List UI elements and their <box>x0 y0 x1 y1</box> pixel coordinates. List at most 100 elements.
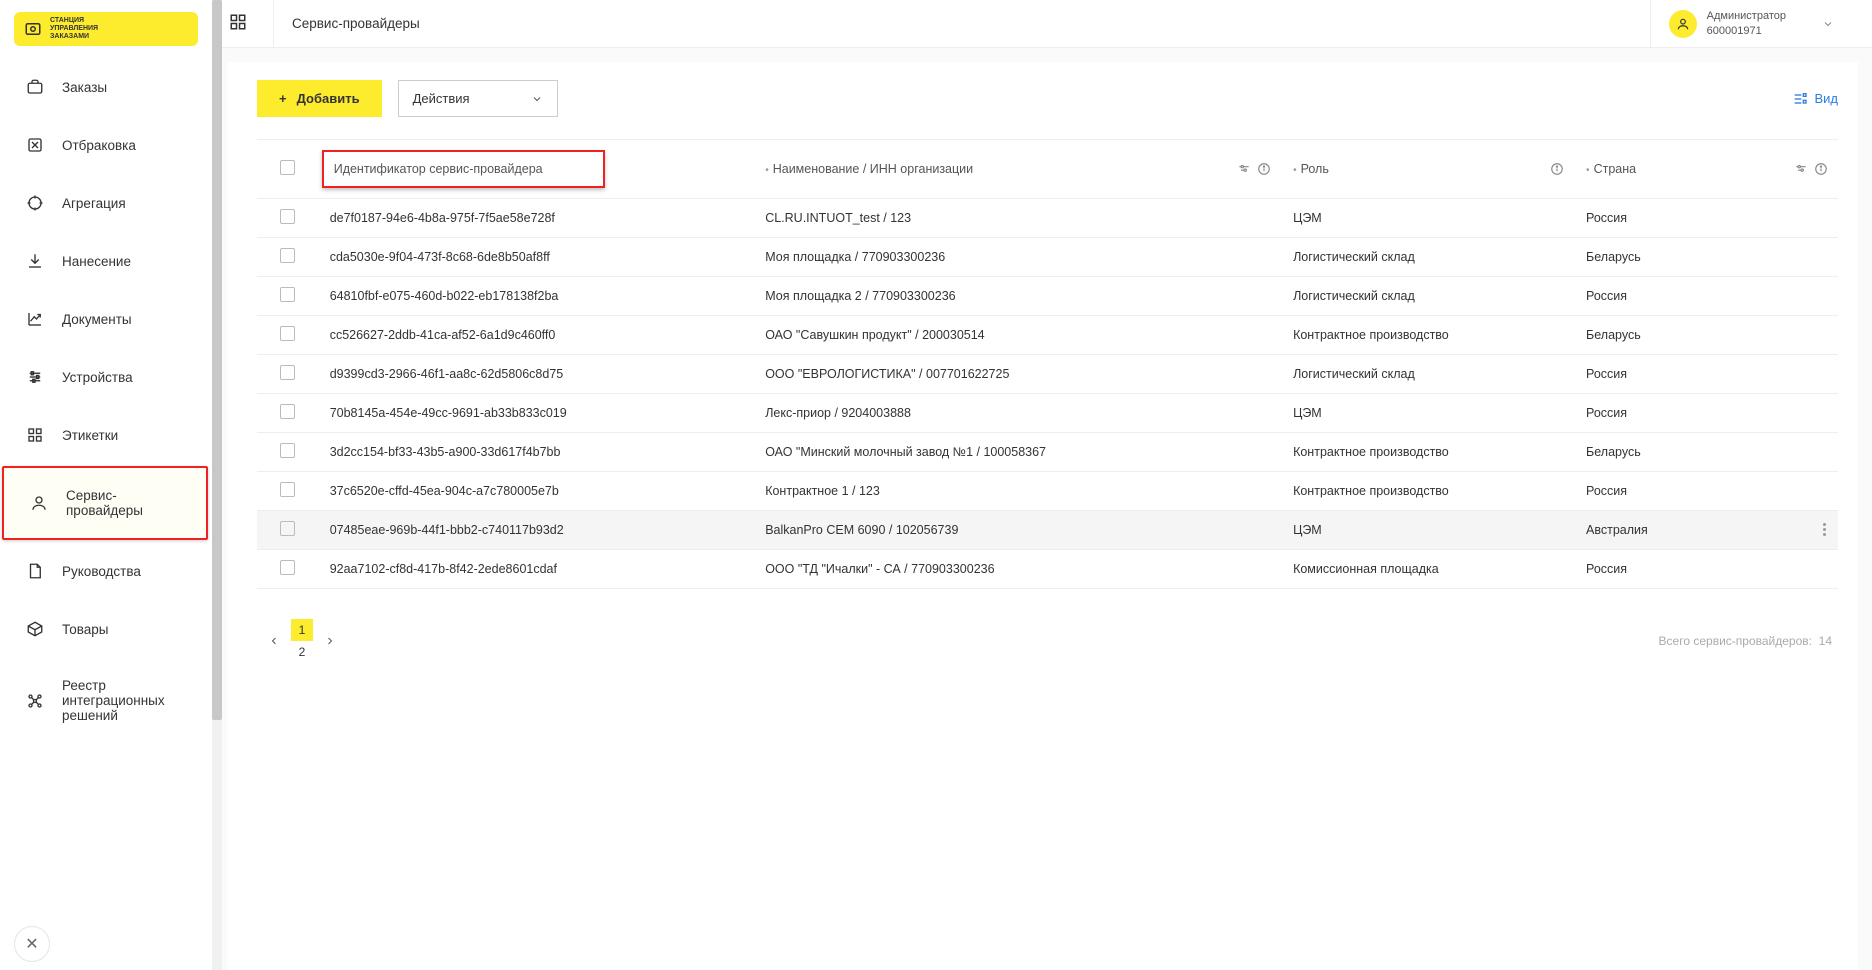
logo-icon <box>24 20 42 38</box>
row-menu-icon[interactable] <box>1823 523 1826 536</box>
cell-name: ООО "ТД "Ичалки" - СА / 770903300236 <box>753 550 1281 589</box>
view-icon <box>1792 91 1808 107</box>
filter-icon[interactable] <box>1237 162 1251 176</box>
cell-country: Россия <box>1574 355 1838 394</box>
row-checkbox[interactable] <box>280 365 295 380</box>
table-row[interactable]: de7f0187-94e6-4b8a-975f-7f5ae58e728fCL.R… <box>257 199 1838 238</box>
chart-icon <box>26 310 44 328</box>
target-icon <box>26 194 44 212</box>
sidebar-item-7[interactable]: Сервис-провайдеры <box>4 468 206 538</box>
cell-country: Беларусь <box>1574 316 1838 355</box>
cell-role: Комиссионная площадка <box>1281 550 1574 589</box>
table-row[interactable]: cc526627-2ddb-41ca-af52-6a1d9c460ff0ОАО … <box>257 316 1838 355</box>
cell-name: Контрактное 1 / 123 <box>753 472 1281 511</box>
cell-id: 3d2cc154-bf33-43b5-a900-33d617f4b7bb <box>318 433 754 472</box>
sidebar-scrollbar[interactable] <box>212 0 222 970</box>
pager-next[interactable] <box>319 630 341 652</box>
cell-role: Логистический склад <box>1281 238 1574 277</box>
cell-country: Австралия <box>1574 511 1838 550</box>
table-row[interactable]: 64810fbf-e075-460d-b022-eb178138f2baМоя … <box>257 277 1838 316</box>
topbar-divider <box>273 0 274 48</box>
close-icon: ✕ <box>25 934 38 954</box>
row-checkbox[interactable] <box>280 209 295 224</box>
pager-page-1[interactable]: 1 <box>291 619 313 641</box>
cell-name: ООО "ЕВРОЛОГИСТИКА" / 007701622725 <box>753 355 1281 394</box>
cell-country: Россия <box>1574 550 1838 589</box>
cell-country: Россия <box>1574 199 1838 238</box>
table-row[interactable]: d9399cd3-2966-46f1-aa8c-62d5806c8d75ООО … <box>257 355 1838 394</box>
column-header-name[interactable]: Наименование / ИНН организации <box>753 140 1281 199</box>
cell-id: cda5030e-9f04-473f-8c68-6de8b50af8ff <box>318 238 754 277</box>
table-row[interactable]: 07485eae-969b-44f1-bbb2-c740117b93d2Balk… <box>257 511 1838 550</box>
info-icon[interactable] <box>1257 162 1271 176</box>
info-icon[interactable] <box>1814 162 1828 176</box>
column-header-role[interactable]: Роль <box>1281 140 1574 199</box>
add-button-label: Добавить <box>297 91 360 106</box>
row-checkbox[interactable] <box>280 482 295 497</box>
sidebar-item-3[interactable]: Нанесение <box>0 232 212 290</box>
reject-icon <box>26 136 44 154</box>
table-row[interactable]: 3d2cc154-bf33-43b5-a900-33d617f4b7bbОАО … <box>257 433 1838 472</box>
briefcase-icon <box>26 78 44 96</box>
sidebar-item-label: Реестр интеграционных решений <box>62 678 186 723</box>
user-menu[interactable]: Администратор 600001971 <box>1650 0 1854 48</box>
cell-country: Беларусь <box>1574 433 1838 472</box>
filter-icon[interactable] <box>1794 162 1808 176</box>
sidebar-item-1[interactable]: Отбраковка <box>0 116 212 174</box>
sidebar-item-label: Нанесение <box>62 254 131 269</box>
cell-role: ЦЭМ <box>1281 199 1574 238</box>
sidebar-item-2[interactable]: Агрегация <box>0 174 212 232</box>
apps-grid-icon[interactable] <box>229 13 251 35</box>
cell-country: Россия <box>1574 394 1838 433</box>
cell-name: ОАО "Савушкин продукт" / 200030514 <box>753 316 1281 355</box>
table-row[interactable]: 70b8145a-454e-49cc-9691-ab33b833c019Лекс… <box>257 394 1838 433</box>
column-id-label: Идентификатор сервис-провайдера <box>334 162 543 176</box>
pager-page-2[interactable]: 2 <box>291 641 313 663</box>
cell-country: Россия <box>1574 472 1838 511</box>
cell-role: Контрактное производство <box>1281 433 1574 472</box>
sidebar-close-button[interactable]: ✕ <box>14 926 50 962</box>
column-header-id[interactable]: Идентификатор сервис-провайдера <box>318 140 754 199</box>
scrollbar-thumb[interactable] <box>212 0 222 720</box>
sidebar-item-label: Сервис-провайдеры <box>66 488 180 518</box>
column-id-highlight: Идентификатор сервис-провайдера <box>322 150 605 188</box>
view-label: Вид <box>1814 91 1838 106</box>
cell-id: 70b8145a-454e-49cc-9691-ab33b833c019 <box>318 394 754 433</box>
sidebar-item-9[interactable]: Товары <box>0 600 212 658</box>
view-toggle[interactable]: Вид <box>1792 91 1838 107</box>
row-checkbox[interactable] <box>280 560 295 575</box>
chevron-down-icon <box>1822 18 1834 30</box>
cell-id: 92aa7102-cf8d-417b-8f42-2ede8601cdaf <box>318 550 754 589</box>
user-role: Администратор <box>1707 9 1786 23</box>
row-checkbox[interactable] <box>280 443 295 458</box>
table-row[interactable]: 37c6520e-cffd-45ea-904c-a7c780005e7bКонт… <box>257 472 1838 511</box>
row-checkbox[interactable] <box>280 404 295 419</box>
sidebar-item-8[interactable]: Руководства <box>0 542 212 600</box>
sidebar-item-4[interactable]: Документы <box>0 290 212 348</box>
select-all-checkbox[interactable] <box>280 160 295 175</box>
cell-role: Логистический склад <box>1281 277 1574 316</box>
actions-dropdown[interactable]: Действия <box>398 80 558 117</box>
sidebar-item-0[interactable]: Заказы <box>0 58 212 116</box>
table-row[interactable]: 92aa7102-cf8d-417b-8f42-2ede8601cdafООО … <box>257 550 1838 589</box>
add-button[interactable]: + Добавить <box>257 80 382 117</box>
row-checkbox[interactable] <box>280 326 295 341</box>
pagination: 12 <box>263 619 341 663</box>
cell-name: Моя площадка / 770903300236 <box>753 238 1281 277</box>
info-icon[interactable] <box>1550 162 1564 176</box>
sidebar-item-label: Руководства <box>62 564 141 579</box>
sidebar-item-10[interactable]: Реестр интеграционных решений <box>0 658 212 743</box>
apps-icon <box>26 426 44 444</box>
row-checkbox[interactable] <box>280 521 295 536</box>
column-header-country[interactable]: Страна <box>1574 140 1838 199</box>
app-logo[interactable]: СТАНЦИЯ УПРАВЛЕНИЯ ЗАКАЗАМИ <box>14 12 198 46</box>
row-checkbox[interactable] <box>280 287 295 302</box>
row-checkbox[interactable] <box>280 248 295 263</box>
total-count: Всего сервис-провайдеров: 14 <box>1659 634 1832 648</box>
sidebar-item-6[interactable]: Этикетки <box>0 406 212 464</box>
sidebar-item-label: Устройства <box>62 370 133 385</box>
pager-prev[interactable] <box>263 630 285 652</box>
sidebar-item-5[interactable]: Устройства <box>0 348 212 406</box>
cell-name: Лекс-приор / 9204003888 <box>753 394 1281 433</box>
table-row[interactable]: cda5030e-9f04-473f-8c68-6de8b50af8ffМоя … <box>257 238 1838 277</box>
